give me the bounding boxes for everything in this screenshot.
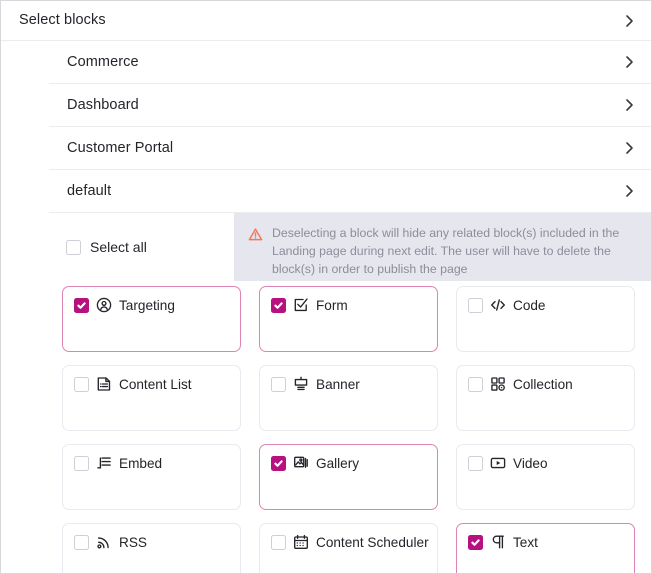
- content-scheduler-icon: [293, 534, 309, 550]
- group-label: Customer Portal: [67, 141, 173, 156]
- block-card-rss[interactable]: RSS: [62, 523, 241, 574]
- group-label: default: [67, 184, 111, 199]
- embed-icon: [96, 455, 112, 471]
- group-row-commerce[interactable]: Commerce: [49, 41, 651, 84]
- select-all-row[interactable]: Select all: [1, 213, 234, 281]
- select-all-label: Select all: [90, 239, 147, 255]
- text-icon: [490, 534, 506, 550]
- block-card-code[interactable]: Code: [456, 286, 635, 352]
- block-card-grid: Targeting Form Code: [1, 281, 651, 574]
- block-checkbox[interactable]: [468, 535, 483, 550]
- block-card-content-list[interactable]: Content List: [62, 365, 241, 431]
- block-card-content-scheduler[interactable]: Content Scheduler: [259, 523, 438, 574]
- block-label: Banner: [316, 377, 360, 392]
- form-icon: [293, 297, 309, 313]
- chevron-right-icon: [624, 182, 635, 200]
- block-checkbox[interactable]: [271, 377, 286, 392]
- select-blocks-header[interactable]: Select blocks: [1, 1, 651, 41]
- block-label: Text: [513, 535, 538, 550]
- block-checkbox[interactable]: [271, 535, 286, 550]
- block-checkbox[interactable]: [74, 535, 89, 550]
- block-checkbox[interactable]: [468, 456, 483, 471]
- rss-icon: [96, 534, 112, 550]
- block-checkbox[interactable]: [271, 456, 286, 471]
- group-label: Dashboard: [67, 98, 139, 113]
- group-row-dashboard[interactable]: Dashboard: [49, 84, 651, 127]
- collection-icon: [490, 376, 506, 392]
- block-card-form[interactable]: Form: [259, 286, 438, 352]
- chevron-right-icon: [624, 139, 635, 157]
- block-label: Targeting: [119, 298, 175, 313]
- content-list-icon: [96, 376, 112, 392]
- select-all-notice-band: Select all Deselecting a block will hide…: [1, 213, 651, 281]
- banner-icon: [293, 376, 309, 392]
- gallery-icon: [293, 455, 309, 471]
- group-list: Commerce Dashboard Customer Portal defau…: [1, 41, 651, 213]
- chevron-right-icon: [624, 96, 635, 114]
- block-card-embed[interactable]: Embed: [62, 444, 241, 510]
- chevron-right-icon: [624, 12, 635, 30]
- block-label: Code: [513, 298, 546, 313]
- block-card-targeting[interactable]: Targeting: [62, 286, 241, 352]
- code-icon: [490, 297, 506, 313]
- block-card-banner[interactable]: Banner: [259, 365, 438, 431]
- block-label: Content Scheduler: [316, 535, 429, 550]
- select-all-checkbox[interactable]: [66, 240, 81, 255]
- block-label: Gallery: [316, 456, 359, 471]
- block-label: Form: [316, 298, 348, 313]
- block-label: Content List: [119, 377, 192, 392]
- deselect-warning-notice: Deselecting a block will hide any relate…: [234, 213, 651, 281]
- block-label: Video: [513, 456, 548, 471]
- video-icon: [490, 455, 506, 471]
- block-label: Collection: [513, 377, 573, 392]
- chevron-right-icon: [624, 53, 635, 71]
- block-checkbox[interactable]: [271, 298, 286, 313]
- block-label: RSS: [119, 535, 147, 550]
- warning-triangle-icon: [248, 227, 263, 242]
- block-checkbox[interactable]: [74, 377, 89, 392]
- select-blocks-panel: Select blocks Commerce Dashboard Custome…: [0, 0, 652, 574]
- notice-text: Deselecting a block will hide any relate…: [272, 225, 622, 278]
- block-card-collection[interactable]: Collection: [456, 365, 635, 431]
- page-title: Select blocks: [19, 13, 106, 28]
- block-label: Embed: [119, 456, 162, 471]
- block-card-text[interactable]: Text: [456, 523, 635, 574]
- block-card-video[interactable]: Video: [456, 444, 635, 510]
- block-checkbox[interactable]: [74, 298, 89, 313]
- block-checkbox[interactable]: [468, 377, 483, 392]
- block-card-gallery[interactable]: Gallery: [259, 444, 438, 510]
- group-row-default[interactable]: default: [49, 170, 651, 213]
- targeting-icon: [96, 297, 112, 313]
- block-checkbox[interactable]: [74, 456, 89, 471]
- group-label: Commerce: [67, 55, 139, 70]
- block-checkbox[interactable]: [468, 298, 483, 313]
- group-row-customer-portal[interactable]: Customer Portal: [49, 127, 651, 170]
